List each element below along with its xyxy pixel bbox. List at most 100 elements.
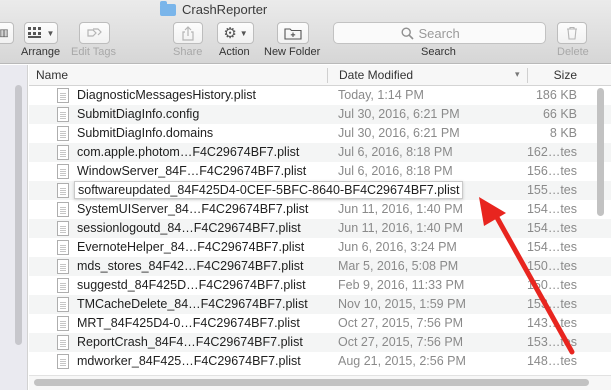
- file-row[interactable]: mdworker_84F425…F4C29674BF7.plist Aug 21,…: [29, 352, 611, 371]
- size-column-header[interactable]: Size: [554, 68, 577, 82]
- action-button[interactable]: ⚙ ▼: [217, 22, 254, 44]
- column-header: Name Date Modified ▾ Size: [29, 65, 611, 86]
- document-icon: [57, 259, 69, 274]
- horizontal-scrollbar[interactable]: [34, 379, 589, 386]
- trash-icon: [567, 26, 577, 40]
- file-row[interactable]: DiagnosticMessagesHistory.plist Today, 1:…: [29, 86, 611, 105]
- file-date: Oct 27, 2015, 7:56 PM: [338, 316, 464, 330]
- document-icon: [57, 278, 69, 293]
- edit-tags-button[interactable]: [79, 22, 110, 44]
- window-title-label: CrashReporter: [182, 1, 268, 17]
- file-date: Jul 30, 2016, 6:21 PM: [338, 126, 460, 140]
- file-size: 143…tes: [526, 316, 577, 330]
- new-folder-label: New Folder: [264, 46, 321, 58]
- date-column-header[interactable]: Date Modified: [339, 68, 413, 82]
- sidebar: [0, 65, 28, 390]
- grid-icon: [27, 27, 41, 38]
- file-size: 154…tes: [526, 221, 577, 235]
- new-folder-button[interactable]: [277, 22, 309, 44]
- document-icon: [57, 145, 69, 160]
- file-name: SubmitDiagInfo.config: [77, 107, 200, 121]
- chevron-down-icon: ▼: [239, 28, 248, 38]
- file-date: Aug 21, 2015, 2:56 PM: [338, 354, 466, 368]
- file-date: Jul 6, 2016, 8:18 PM: [338, 164, 453, 178]
- file-name: EvernoteHelper_84…F4C29674BF7.plist: [77, 240, 305, 254]
- chevron-down-icon: ▼: [46, 28, 55, 38]
- sort-chevron-icon[interactable]: ▾: [515, 69, 520, 80]
- column-divider[interactable]: [327, 68, 328, 83]
- file-date: Mar 5, 2016, 5:08 PM: [338, 259, 459, 273]
- toolbar: CrashReporter ▥ ▼ Arrange Edit Tags Shar…: [0, 0, 611, 64]
- file-name: sessionlogoutd_84…F4C29674BF7.plist: [77, 221, 301, 235]
- search-field[interactable]: [333, 22, 546, 44]
- file-size: 153…tes: [526, 297, 577, 311]
- file-row[interactable]: WindowServer_84F…F4C29674BF7.plist Jul 6,…: [29, 162, 611, 181]
- document-icon: [57, 183, 69, 198]
- file-size: 156…tes: [526, 164, 577, 178]
- file-size: 155…tes: [526, 183, 577, 197]
- arrange-label: Arrange: [21, 46, 61, 58]
- file-row[interactable]: ReportCrash_84F4…F4C29674BF7.plist Oct 27…: [29, 333, 611, 352]
- file-size: 153…tes: [526, 335, 577, 349]
- file-size: 150…tes: [526, 259, 577, 273]
- document-icon: [57, 240, 69, 255]
- file-name: com.apple.photom…F4C29674BF7.plist: [77, 145, 300, 159]
- edit-tags-label: Edit Tags: [71, 46, 117, 58]
- file-name: mds_stores_84F42…F4C29674BF7.plist: [77, 259, 304, 273]
- sidebar-scrollbar[interactable]: [15, 85, 22, 345]
- file-row[interactable]: sessionlogoutd_84…F4C29674BF7.plist Jun 1…: [29, 219, 611, 238]
- file-size: 150…tes: [526, 278, 577, 292]
- share-label: Share: [173, 46, 203, 58]
- name-column-header[interactable]: Name: [36, 68, 68, 82]
- file-size: 162…tes: [526, 145, 577, 159]
- vertical-scrollbar[interactable]: [597, 88, 604, 216]
- file-row[interactable]: SubmitDiagInfo.config Jul 30, 2016, 6:21 …: [29, 105, 611, 124]
- file-name: softwareupdated_84F425D4-0CEF-5BFC-8640-…: [74, 181, 464, 199]
- file-name: DiagnosticMessagesHistory.plist: [77, 88, 256, 102]
- new-folder-icon: [284, 27, 302, 40]
- file-date: Nov 10, 2015, 1:59 PM: [338, 297, 466, 311]
- file-row[interactable]: EvernoteHelper_84…F4C29674BF7.plist Jun 6…: [29, 238, 611, 257]
- file-name: MRT_84F425D4-0…F4C29674BF7.plist: [77, 316, 300, 330]
- view-toggle-button[interactable]: ▥: [0, 22, 14, 44]
- column-view-icon: ▥: [0, 27, 9, 39]
- file-size: 154…tes: [526, 202, 577, 216]
- file-date: Jun 11, 2016, 1:40 PM: [338, 221, 463, 235]
- file-name: SystemUIServer_84…F4C29674BF7.plist: [77, 202, 309, 216]
- file-row[interactable]: TMCacheDelete_84…F4C29674BF7.plist Nov 10…: [29, 295, 611, 314]
- file-date: Today, 1:14 PM: [338, 88, 424, 102]
- file-size: 186 KB: [535, 88, 577, 102]
- file-date: Jun 11, 2016, 1:40 PM: [338, 202, 463, 216]
- file-row[interactable]: SubmitDiagInfo.domains Jul 30, 2016, 6:21…: [29, 124, 611, 143]
- share-button[interactable]: [173, 22, 203, 44]
- document-icon: [57, 107, 69, 122]
- document-icon: [57, 316, 69, 331]
- file-row[interactable]: mds_stores_84F42…F4C29674BF7.plist Mar 5,…: [29, 257, 611, 276]
- file-date: Jun 6, 2016, 3:24 PM: [338, 240, 457, 254]
- file-row[interactable]: com.apple.photom…F4C29674BF7.plist Jul 6,…: [29, 143, 611, 162]
- document-icon: [57, 354, 69, 369]
- file-row[interactable]: softwareupdated_84F425D4-0CEF-5BFC-8640-…: [29, 181, 611, 200]
- column-divider[interactable]: [527, 68, 528, 83]
- document-icon: [57, 126, 69, 141]
- gear-icon: ⚙: [223, 24, 237, 42]
- share-icon: [182, 25, 194, 41]
- window-title: CrashReporter: [160, 0, 268, 17]
- file-size: 66 KB: [542, 107, 577, 121]
- arrange-button[interactable]: ▼: [24, 22, 58, 44]
- file-name: suggestd_84F425D…F4C29674BF7.plist: [77, 278, 306, 292]
- file-date: Jul 30, 2016, 6:21 PM: [338, 107, 460, 121]
- search-input[interactable]: [418, 25, 479, 41]
- tag-icon: [86, 28, 102, 37]
- file-row[interactable]: SystemUIServer_84…F4C29674BF7.plist Jun 1…: [29, 200, 611, 219]
- file-row[interactable]: suggestd_84F425D…F4C29674BF7.plist Feb 9,…: [29, 276, 611, 295]
- document-icon: [57, 164, 69, 179]
- file-row[interactable]: MRT_84F425D4-0…F4C29674BF7.plist Oct 27, …: [29, 314, 611, 333]
- document-icon: [57, 297, 69, 312]
- document-icon: [57, 335, 69, 350]
- delete-button[interactable]: [557, 22, 587, 44]
- document-icon: [57, 221, 69, 236]
- action-label: Action: [219, 46, 250, 58]
- file-name: WindowServer_84F…F4C29674BF7.plist: [77, 164, 307, 178]
- file-date: Oct 27, 2015, 7:56 PM: [338, 335, 464, 349]
